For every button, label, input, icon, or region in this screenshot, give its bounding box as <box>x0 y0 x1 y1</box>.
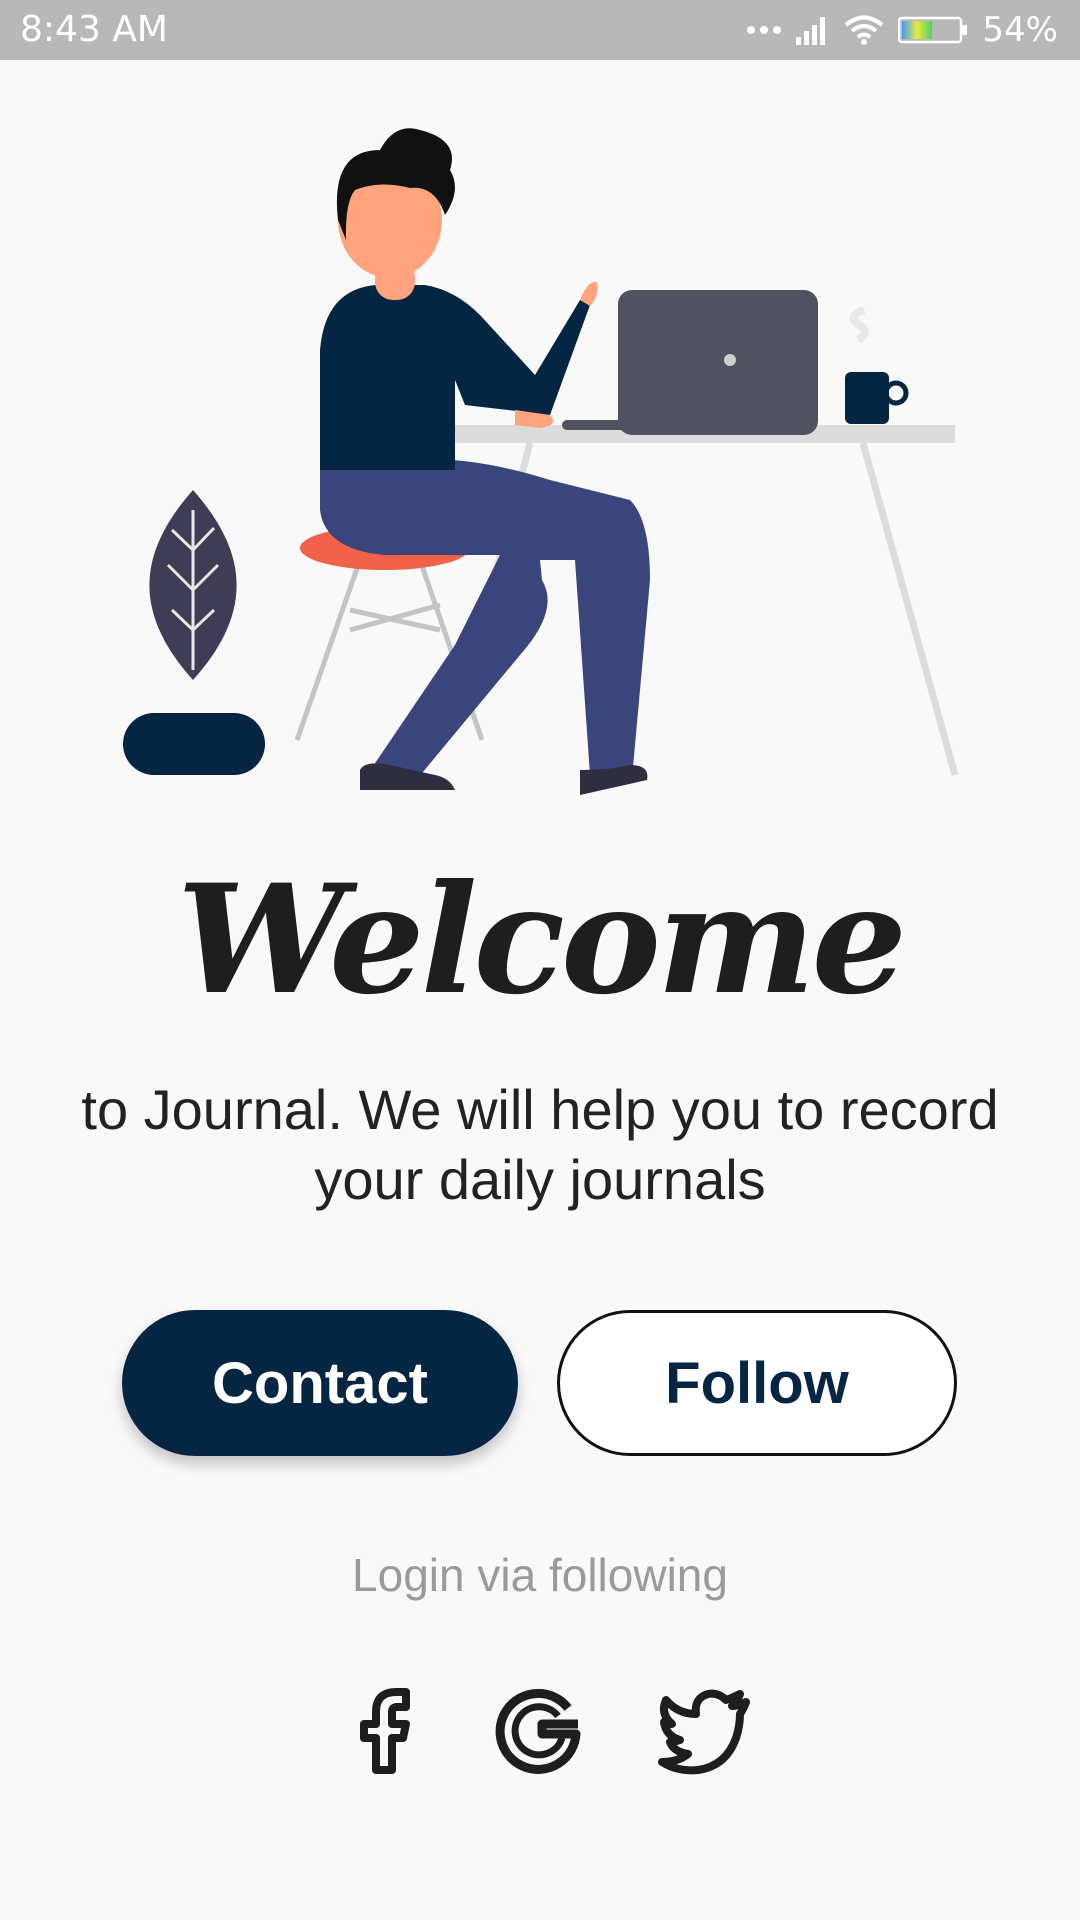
facebook-icon[interactable] <box>334 1680 434 1780</box>
person-at-desk-illustration <box>123 128 959 795</box>
battery-icon <box>898 16 968 44</box>
follow-button[interactable]: Follow <box>557 1310 957 1456</box>
more-dots-icon <box>746 23 782 37</box>
status-time: 8:43 AM <box>20 9 168 50</box>
welcome-subtitle: to Journal. We will help you to record y… <box>81 1078 999 1211</box>
plant <box>123 490 265 775</box>
mug <box>845 306 909 424</box>
login-via-label: Login via following <box>352 1549 728 1601</box>
welcome-screen: 8:43 AM 54% Welcome to Journal. We will … <box>0 0 1080 1920</box>
battery-percent: 54% <box>982 10 1058 50</box>
google-icon[interactable] <box>490 1680 590 1780</box>
status-bar: 8:43 AM 54% <box>0 0 1080 60</box>
wifi-icon <box>844 14 884 46</box>
person <box>320 128 650 795</box>
status-icons: 54% <box>746 8 1058 52</box>
signal-icon <box>796 15 830 45</box>
twitter-icon[interactable] <box>656 1680 756 1780</box>
contact-button[interactable]: Contact <box>122 1310 518 1456</box>
laptop <box>562 290 818 435</box>
welcome-title: Welcome <box>176 852 907 1028</box>
